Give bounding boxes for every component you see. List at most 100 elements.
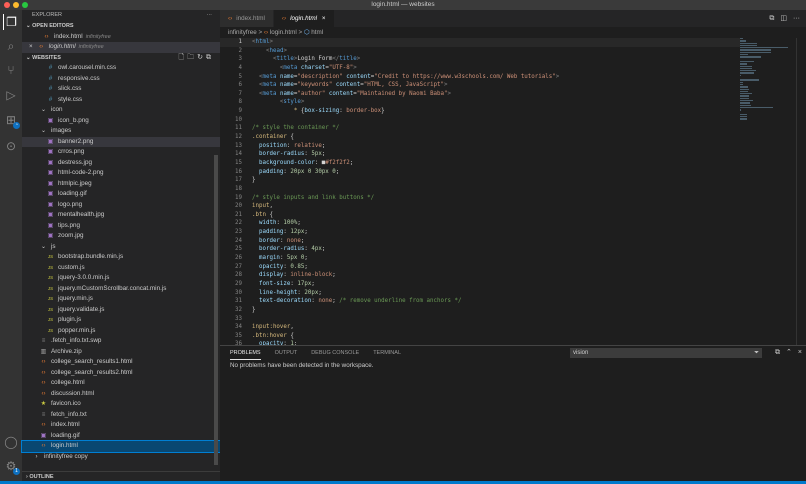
- websites-section[interactable]: ⌄ WEBSITES 🗋🗀↻⧉: [22, 53, 220, 64]
- tree-file[interactable]: JSjquery-3.0.0.min.js: [22, 273, 220, 284]
- code-line: 29 font-size: 17px;: [220, 280, 740, 289]
- code-token: 100%: [283, 220, 297, 226]
- run-debug-icon[interactable]: ▷: [3, 87, 19, 103]
- tree-file[interactable]: ▣html-code-2.png: [22, 168, 220, 179]
- tree-file[interactable]: ▣banner2.png: [22, 137, 220, 148]
- maximize-window-button[interactable]: [22, 2, 28, 8]
- filter-icon[interactable]: ⏷: [754, 348, 759, 358]
- tree-file[interactable]: ‹›college_search_results2.html: [22, 368, 220, 379]
- minimap-line: [740, 75, 741, 76]
- minimap[interactable]: [740, 38, 792, 218]
- tree-file[interactable]: ‹›login.html: [22, 441, 220, 452]
- close-window-button[interactable]: [4, 2, 10, 8]
- code-line: 17}: [220, 176, 740, 185]
- tree-file[interactable]: ▣mentalhealth.jpg: [22, 210, 220, 221]
- open-preview-icon[interactable]: ⧉: [769, 15, 774, 22]
- tree-file[interactable]: ‹›college.html: [22, 378, 220, 389]
- new-file-icon[interactable]: 🗋: [178, 54, 187, 61]
- minimize-window-button[interactable]: [13, 2, 19, 8]
- tree-file[interactable]: ▥Archive.zip: [22, 347, 220, 358]
- tree-file[interactable]: ▣icon_b.png: [22, 116, 220, 127]
- tree-folder[interactable]: ⌄images: [22, 126, 220, 137]
- tree-file[interactable]: #style.css: [22, 95, 220, 106]
- outline-section[interactable]: › OUTLINE: [22, 471, 220, 482]
- more-actions-button[interactable]: ···: [207, 10, 213, 21]
- maximize-panel-icon[interactable]: ⌃: [786, 349, 792, 356]
- breadcrumb-file[interactable]: login.html: [270, 29, 297, 36]
- tree-folder[interactable]: ⌄js: [22, 242, 220, 253]
- tab-problems[interactable]: PROBLEMS: [230, 346, 261, 360]
- account-icon[interactable]: ◯: [3, 434, 19, 450]
- collapse-all-icon[interactable]: ⧉: [206, 54, 214, 61]
- code-line: 34input:hover,: [220, 323, 740, 332]
- settings-icon[interactable]: ⚙1: [3, 458, 19, 474]
- breadcrumb-element[interactable]: html: [311, 29, 323, 36]
- tree-file[interactable]: JSjquery.min.js: [22, 294, 220, 305]
- open-editor-item[interactable]: ‹›index.htmlinfinityfree: [22, 32, 220, 43]
- editor-scrollbar[interactable]: [796, 38, 806, 345]
- remote-icon[interactable]: ⊙: [3, 138, 19, 154]
- tab-login-html[interactable]: ‹›login.html ×: [274, 10, 335, 27]
- tab-terminal[interactable]: TERMINAL: [373, 346, 401, 360]
- line-number: 6: [220, 81, 242, 90]
- tree-file[interactable]: JSplugin.js: [22, 315, 220, 326]
- code-token: >: [269, 39, 273, 45]
- tree-file[interactable]: ≡.fetch_info.txt.swp: [22, 336, 220, 347]
- code-token: input:hover: [252, 324, 290, 330]
- split-editor-icon[interactable]: ◫: [780, 15, 787, 22]
- tab-label: index.html: [236, 15, 265, 22]
- tree-folder[interactable]: ›infinityfree copy: [22, 452, 220, 463]
- tree-file[interactable]: ★favicon.ico: [22, 399, 220, 410]
- problems-filter-input[interactable]: vision⏷: [570, 348, 762, 358]
- code-token: /* style inputs and link buttons */: [252, 195, 374, 201]
- code-editor[interactable]: 1<html>2 <head>3 <title>Login Form</titl…: [220, 38, 740, 345]
- explorer-icon[interactable]: ❐: [3, 14, 19, 30]
- tree-file[interactable]: ‹›index.html: [22, 420, 220, 431]
- tree-file[interactable]: ▣logo.png: [22, 200, 220, 211]
- file-name: owl.carousel.min.css: [58, 64, 116, 71]
- tree-file[interactable]: #slick.css: [22, 84, 220, 95]
- collapse-all-icon[interactable]: ⧉: [775, 349, 780, 356]
- more-actions-icon[interactable]: ···: [793, 15, 800, 22]
- tree-file[interactable]: JScustom.js: [22, 263, 220, 274]
- tree-file[interactable]: JSpopper.min.js: [22, 326, 220, 337]
- tree-file[interactable]: ‹›college_search_results1.html: [22, 357, 220, 368]
- tab-debug-console[interactable]: DEBUG CONSOLE: [311, 346, 359, 360]
- tree-file[interactable]: ≡fetch_info.txt: [22, 410, 220, 421]
- close-tab-button[interactable]: ×: [322, 15, 326, 22]
- tree-file[interactable]: ‹›discussion.html: [22, 389, 220, 400]
- tree-file[interactable]: ▣crros.png: [22, 147, 220, 158]
- tree-file[interactable]: ▣destress.jpg: [22, 158, 220, 169]
- css-file-icon: #: [46, 84, 55, 95]
- tree-file[interactable]: JSjquery.mCustomScrollbar.concat.min.js: [22, 284, 220, 295]
- tree-file[interactable]: ▣loading.gif: [22, 189, 220, 200]
- tab-index-html[interactable]: ‹› index.html: [220, 10, 274, 27]
- sidebar-scrollbar[interactable]: [214, 155, 218, 465]
- tree-file[interactable]: #responsive.css: [22, 74, 220, 85]
- extensions-icon[interactable]: ⊞◔: [3, 112, 19, 128]
- code-line: 15 background-color: ■#f2f2f2;: [220, 159, 740, 168]
- tree-file[interactable]: ▣zoom.jpg: [22, 231, 220, 242]
- tree-file[interactable]: #owl.carousel.min.css: [22, 63, 220, 74]
- code-token: ;: [332, 272, 336, 278]
- refresh-icon[interactable]: ↻: [197, 54, 206, 61]
- tree-file[interactable]: ▣tips.png: [22, 221, 220, 232]
- tab-output[interactable]: OUTPUT: [275, 346, 298, 360]
- close-panel-icon[interactable]: ×: [798, 349, 802, 356]
- tree-file[interactable]: JSjquery.validate.js: [22, 305, 220, 316]
- file-name: mentalhealth.jpg: [58, 211, 104, 218]
- html-file-icon: ‹›: [228, 15, 232, 22]
- tree-file[interactable]: ▣loading.gif: [22, 431, 220, 442]
- search-icon[interactable]: ⌕: [3, 38, 19, 54]
- tree-folder[interactable]: ⌄icon: [22, 105, 220, 116]
- code-line: 22 width: 100%;: [220, 219, 740, 228]
- open-editors-section[interactable]: ⌄ OPEN EDITORS: [22, 21, 220, 32]
- tree-file[interactable]: ▣htmlpic.jpeg: [22, 179, 220, 190]
- line-number: 30: [220, 289, 242, 298]
- tree-file[interactable]: JSbootstrap.bundle.min.js: [22, 252, 220, 263]
- close-editor-icon[interactable]: ×: [29, 43, 33, 50]
- open-editor-item[interactable]: ×‹›login.htmlinfinityfree: [22, 42, 220, 53]
- source-control-icon[interactable]: ⑂: [3, 62, 19, 78]
- breadcrumb-folder[interactable]: infinityfree: [228, 29, 257, 36]
- new-folder-icon[interactable]: 🗀: [187, 54, 197, 61]
